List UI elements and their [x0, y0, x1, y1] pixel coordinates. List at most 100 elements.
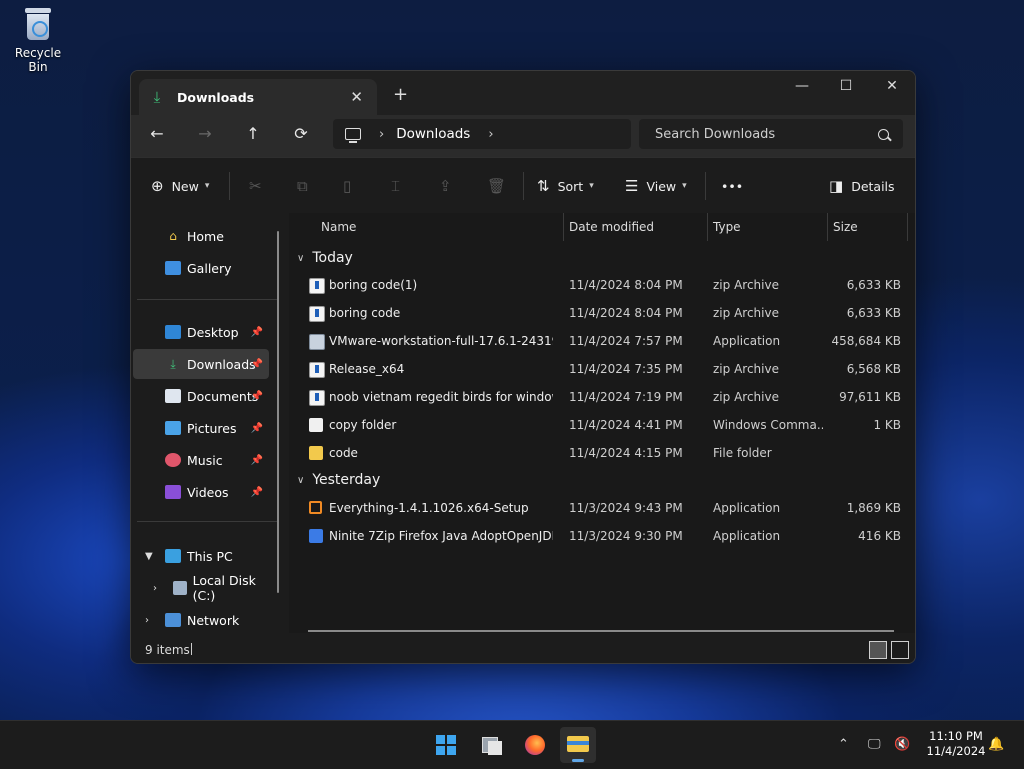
- pictures-icon: [165, 421, 181, 435]
- volume-muted-icon[interactable]: 🔇: [894, 737, 910, 752]
- file-type: zip Archive: [713, 362, 779, 376]
- file-name: code: [329, 446, 358, 460]
- nav-item-downloads[interactable]: ⤓ Downloads 📌: [133, 349, 269, 379]
- everything-search-icon: [309, 501, 322, 514]
- forward-button[interactable]: →: [191, 121, 219, 149]
- refresh-button[interactable]: ⟳: [287, 121, 315, 149]
- breadcrumb[interactable]: › Downloads ›: [333, 119, 631, 149]
- share-button[interactable]: ⇪: [439, 174, 460, 198]
- new-tab-button[interactable]: +: [393, 84, 408, 105]
- taskbar-clock[interactable]: 11:10 PM 11/4/2024: [920, 729, 992, 759]
- table-row[interactable]: boring code 11/4/2024 8:04 PM zip Archiv…: [297, 299, 901, 327]
- file-type: Windows Comma...: [713, 418, 823, 432]
- column-header-type[interactable]: Type: [713, 213, 741, 241]
- details-pane-icon: ◨: [829, 177, 844, 195]
- pin-icon[interactable]: 📌: [251, 487, 263, 498]
- file-type: File folder: [713, 446, 772, 460]
- music-icon: [165, 453, 181, 467]
- firefox-taskbar-button[interactable]: [517, 727, 553, 763]
- file-explorer-taskbar-button[interactable]: [560, 727, 596, 763]
- chevron-down-icon[interactable]: ▼: [145, 551, 153, 562]
- chevron-up-icon[interactable]: ⌃: [838, 737, 849, 752]
- new-button[interactable]: ⊕ New ▾: [151, 174, 209, 198]
- paste-button[interactable]: ▯: [343, 174, 359, 198]
- maximize-button[interactable]: ☐: [823, 71, 869, 103]
- table-row[interactable]: copy folder 11/4/2024 4:41 PM Windows Co…: [297, 411, 901, 439]
- table-row[interactable]: boring code(1) 11/4/2024 8:04 PM zip Arc…: [297, 271, 901, 299]
- up-button[interactable]: ↑: [239, 121, 267, 149]
- column-header-date[interactable]: Date modified: [569, 213, 654, 241]
- horizontal-scrollbar[interactable]: [308, 630, 894, 632]
- notification-bell-icon[interactable]: 🔔: [988, 737, 1004, 752]
- file-date: 11/4/2024 7:19 PM: [569, 390, 683, 404]
- nav-item-pictures[interactable]: Pictures 📌: [133, 413, 269, 443]
- nav-item-music[interactable]: Music 📌: [133, 445, 269, 475]
- status-bar: 9 items: [131, 633, 915, 663]
- clipboard-icon: ▯: [343, 177, 352, 195]
- network-status-icon[interactable]: 🖵: [868, 737, 881, 752]
- task-view-button[interactable]: [474, 727, 510, 763]
- network-icon: [165, 613, 181, 627]
- sort-button[interactable]: ⇅ Sort ▾: [537, 174, 594, 198]
- table-row[interactable]: noob vietnam regedit birds for windows .…: [297, 383, 901, 411]
- documents-icon: [165, 389, 181, 403]
- minimize-button[interactable]: —: [779, 71, 825, 103]
- large-icons-view-icon[interactable]: [891, 641, 909, 659]
- copy-button[interactable]: ⧉: [297, 174, 316, 198]
- pin-icon[interactable]: 📌: [251, 455, 263, 466]
- trash-icon: 🗑: [487, 177, 507, 195]
- start-button[interactable]: [428, 727, 464, 763]
- navigation-pane: ⌂ Home Gallery Desktop 📌 ⤓ Downloads 📌 D…: [131, 213, 289, 633]
- table-row[interactable]: VMware-workstation-full-17.6.1-24319023 …: [297, 327, 901, 355]
- table-row[interactable]: Release_x64 11/4/2024 7:35 PM zip Archiv…: [297, 355, 901, 383]
- back-button[interactable]: ←: [143, 121, 171, 149]
- nav-item-network[interactable]: › Network: [133, 605, 269, 635]
- nav-item-local-disk[interactable]: › Local Disk (C:): [133, 573, 269, 603]
- file-list: Name Date modified Type Size ∨ Today bor…: [289, 213, 915, 633]
- rename-button[interactable]: ⌶: [391, 174, 408, 198]
- group-label: Yesterday: [312, 472, 381, 488]
- column-header-size[interactable]: Size: [833, 213, 858, 241]
- nav-item-label: This PC: [187, 548, 233, 564]
- pin-icon[interactable]: 📌: [251, 327, 263, 338]
- nav-item-this-pc[interactable]: ▼ This PC: [133, 541, 269, 571]
- chevron-right-icon[interactable]: ›: [488, 127, 493, 142]
- details-button[interactable]: ◨ Details: [829, 174, 895, 198]
- pin-icon[interactable]: 📌: [251, 391, 263, 402]
- close-window-button[interactable]: ✕: [869, 71, 915, 103]
- file-explorer-window: ⤓ Downloads ✕ + — ☐ ✕ ← → ↑ ⟳ › Download…: [130, 70, 916, 664]
- nav-item-videos[interactable]: Videos 📌: [133, 477, 269, 507]
- details-view-icon[interactable]: [869, 641, 887, 659]
- tab-downloads[interactable]: ⤓ Downloads ✕: [139, 79, 377, 115]
- recycle-bin-icon: [23, 6, 53, 42]
- breadcrumb-current[interactable]: Downloads: [396, 126, 470, 142]
- group-header-yesterday[interactable]: ∨ Yesterday: [297, 469, 380, 491]
- cut-button[interactable]: ✂: [249, 174, 270, 198]
- close-tab-button[interactable]: ✕: [350, 88, 363, 106]
- pin-icon[interactable]: 📌: [251, 359, 263, 370]
- taskbar: ⌃ 🖵 🔇 11:10 PM 11/4/2024 🔔: [0, 720, 1024, 769]
- table-row[interactable]: code 11/4/2024 4:15 PM File folder: [297, 439, 901, 467]
- search-input[interactable]: Search Downloads: [639, 119, 903, 149]
- view-button[interactable]: ☰ View ▾: [625, 174, 687, 198]
- pin-icon[interactable]: 📌: [251, 423, 263, 434]
- nav-scrollbar[interactable]: [277, 231, 279, 593]
- chevron-right-icon[interactable]: ›: [153, 583, 157, 594]
- nav-item-gallery[interactable]: Gallery: [133, 253, 269, 283]
- desktop-icon-recycle-bin[interactable]: Recycle Bin: [4, 6, 72, 74]
- chevron-right-icon[interactable]: ›: [145, 615, 149, 626]
- search-icon: [878, 128, 889, 140]
- nav-item-home[interactable]: ⌂ Home: [133, 221, 269, 251]
- nav-item-label: Downloads: [187, 356, 256, 372]
- disk-icon: [173, 581, 187, 595]
- nav-item-label: Videos: [187, 484, 229, 500]
- group-header-today[interactable]: ∨ Today: [297, 247, 353, 269]
- table-row[interactable]: Everything-1.4.1.1026.x64-Setup 11/3/202…: [297, 494, 901, 522]
- table-row[interactable]: Ninite 7Zip Firefox Java AdoptOpenJDK x.…: [297, 522, 901, 550]
- nav-item-desktop[interactable]: Desktop 📌: [133, 317, 269, 347]
- column-header-name[interactable]: Name: [321, 213, 356, 241]
- more-options-button[interactable]: •••: [721, 174, 743, 198]
- file-type: zip Archive: [713, 390, 779, 404]
- nav-item-documents[interactable]: Documents 📌: [133, 381, 269, 411]
- delete-button[interactable]: 🗑: [487, 174, 514, 198]
